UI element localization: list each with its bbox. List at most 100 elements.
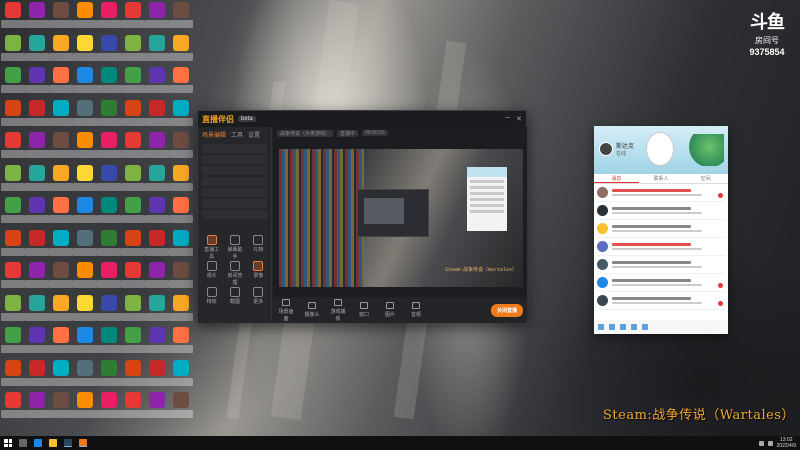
desktop-shortcut-icon[interactable] [145,359,169,390]
desktop-shortcut-icon[interactable] [97,67,121,97]
desktop-shortcut-icon[interactable] [145,67,169,97]
desktop-shortcut-icon[interactable] [121,2,145,32]
desktop-shortcut-icon[interactable] [121,164,145,195]
desktop-shortcut-icon[interactable] [1,262,25,292]
tab-tools[interactable]: 工具 [231,130,243,139]
desktop-shortcut-icon[interactable] [25,392,49,422]
folder-icon[interactable] [49,439,57,447]
source-audio-button[interactable]: 音频 [407,302,425,318]
desktop-shortcut-icon[interactable] [73,132,97,162]
tool-more[interactable]: 更多 [249,287,268,309]
desktop-shortcut-icon[interactable] [97,392,121,422]
desktop-shortcut-icon[interactable] [145,262,169,292]
desktop-shortcut-icon[interactable] [49,34,73,65]
stream-preview[interactable]: Steam:战争传说（Wartales） [279,149,523,287]
desktop-shortcut-icon[interactable] [49,164,73,195]
desktop-shortcut-icon[interactable] [121,327,145,357]
desktop-shortcut-icon[interactable] [97,327,121,357]
scene-item[interactable] [202,155,267,164]
list-item[interactable] [597,256,725,274]
desktop-shortcut-icon[interactable] [121,294,145,325]
mail-icon[interactable] [631,324,637,330]
desktop-shortcut-icon[interactable] [1,132,25,162]
tab-scene[interactable]: 场景编辑 [202,130,226,139]
desktop-shortcut-icon[interactable] [145,229,169,260]
desktop-shortcut-icon[interactable] [145,294,169,325]
desktop-shortcut-icon[interactable] [25,164,49,195]
volume-icon[interactable] [767,440,773,446]
desktop-shortcut-icon[interactable] [1,2,25,32]
chat-status[interactable]: 在线 [616,150,626,157]
desktop-shortcut-icon[interactable] [49,67,73,97]
tool-audience[interactable]: 观众 [202,261,221,283]
list-item[interactable] [597,220,725,238]
windows-start-icon[interactable] [4,439,12,447]
desktop-shortcut-icon[interactable] [1,229,25,260]
desktop-shortcut-icon[interactable] [145,197,169,227]
desktop-shortcut-icon[interactable] [145,164,169,195]
desktop-shortcut-icon[interactable] [25,2,49,32]
desktop-shortcut-icon[interactable] [25,67,49,97]
tab-space[interactable]: 空间 [683,174,728,183]
desktop-shortcut-icon[interactable] [49,392,73,422]
scene-item[interactable] [202,188,267,197]
desktop-shortcut-icon[interactable] [145,99,169,130]
desktop-shortcut-icon[interactable] [121,262,145,292]
desktop-shortcut-icon[interactable] [97,99,121,130]
desktop-shortcut-icon[interactable] [25,262,49,292]
desktop-shortcut-icon[interactable] [25,197,49,227]
avatar[interactable] [599,142,613,156]
desktop-shortcut-icon[interactable] [25,99,49,130]
clock[interactable]: 13:02 2022/4/9 [777,437,796,449]
tool-gift[interactable]: 礼物 [249,235,268,257]
desktop-shortcut-icon[interactable] [145,132,169,162]
desktop-shortcut-icon[interactable] [25,327,49,357]
go-live-button[interactable]: 关闭直播 [490,303,523,317]
folder-icon[interactable] [620,324,626,330]
stream-app-task-icon[interactable] [79,439,87,447]
desktop-shortcut-icon[interactable] [1,327,25,357]
desktop-shortcut-icon[interactable] [73,99,97,130]
desktop-shortcut-icon[interactable] [1,34,25,65]
desktop-shortcut-icon[interactable] [121,34,145,65]
desktop-shortcut-icon[interactable] [1,67,25,97]
desktop-shortcut-icon[interactable] [25,132,49,162]
scene-item[interactable] [202,177,267,186]
desktop-shortcut-icon[interactable] [1,99,25,130]
stream-app-titlebar[interactable]: 直播伴侣 beta ─ ✕ [198,111,526,127]
desktop-shortcut-icon[interactable] [25,359,49,390]
tool-screenshot[interactable]: 截图 [225,287,244,309]
list-item[interactable] [597,274,725,292]
desktop-shortcut-icon[interactable] [73,2,97,32]
steam-icon[interactable] [64,439,72,447]
edge-icon[interactable] [34,439,42,447]
desktop-shortcut-icon[interactable] [49,99,73,130]
desktop-shortcut-icon[interactable] [97,34,121,65]
desktop-shortcut-icon[interactable] [73,67,97,97]
desktop-shortcut-icon[interactable] [97,2,121,32]
desktop-shortcut-icon[interactable] [49,294,73,325]
desktop-shortcut-icon[interactable] [169,132,193,162]
desktop-shortcut-icon[interactable] [145,327,169,357]
desktop-shortcut-icon[interactable] [73,197,97,227]
desktop-shortcut-icon[interactable] [73,229,97,260]
desktop-shortcut-icon[interactable] [169,2,193,32]
desktop-shortcut-icon[interactable] [49,132,73,162]
source-camera-button[interactable]: 摄像头 [303,302,321,318]
list-item[interactable] [597,292,725,310]
desktop-shortcut-icon[interactable] [25,294,49,325]
add-icon[interactable] [609,324,615,330]
tool-room[interactable]: 房间管理 [225,261,244,286]
scene-item[interactable] [202,199,267,208]
desktop-shortcut-icon[interactable] [169,34,193,65]
scene-item[interactable] [202,210,267,219]
menu-icon[interactable] [598,324,604,330]
tool-effects[interactable]: 特效 [202,287,221,309]
desktop-shortcut-icon[interactable] [1,197,25,227]
desktop-shortcut-icon[interactable] [73,262,97,292]
desktop-shortcut-icon[interactable] [97,262,121,292]
desktop-shortcut-icon[interactable] [49,327,73,357]
desktop-shortcut-icon[interactable] [121,132,145,162]
source-window-button[interactable]: 窗口 [355,302,373,318]
desktop-shortcut-icon[interactable] [1,294,25,325]
